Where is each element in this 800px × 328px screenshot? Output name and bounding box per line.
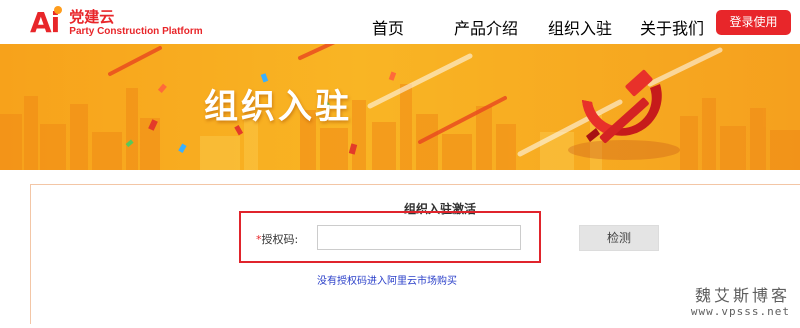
hammer-sickle-icon	[568, 69, 680, 160]
watermark-text: 魏艾斯博客	[694, 286, 790, 305]
login-button[interactable]: 登录使用	[716, 10, 791, 35]
banner-background-illustration	[0, 44, 800, 170]
brand-name-cn: 党建云	[69, 7, 115, 26]
nav-item-home[interactable]: 首页	[372, 15, 404, 39]
auth-code-label: *授权码:	[256, 233, 299, 246]
top-header: Ai 党建云 Party Construction Platform 首页 产品…	[0, 0, 800, 44]
logo-text: 党建云 Party Construction Platform	[69, 7, 203, 38]
auth-code-input[interactable]	[317, 225, 521, 250]
brand-logo[interactable]: Ai 党建云 Party Construction Platform	[30, 6, 203, 40]
check-button[interactable]: 检测	[579, 225, 659, 251]
banner: 组织入驻	[0, 44, 800, 170]
nav-item-product-intro[interactable]: 产品介绍	[454, 15, 518, 39]
nav-item-about[interactable]: 关于我们	[640, 15, 704, 39]
banner-title: 组织入驻	[204, 87, 352, 127]
nav-item-org-settle[interactable]: 组织入驻	[548, 15, 612, 39]
buy-code-link[interactable]: 没有授权码进入阿里云市场购买	[317, 272, 457, 287]
brand-name-en: Party Construction Platform	[69, 25, 203, 37]
logo-dot-icon	[54, 6, 63, 14]
logo-mark: Ai	[30, 6, 63, 37]
watermark-url: www.vpsss.net	[690, 305, 790, 318]
watermark: 魏艾斯博客 www.vpsss.net	[691, 287, 790, 319]
